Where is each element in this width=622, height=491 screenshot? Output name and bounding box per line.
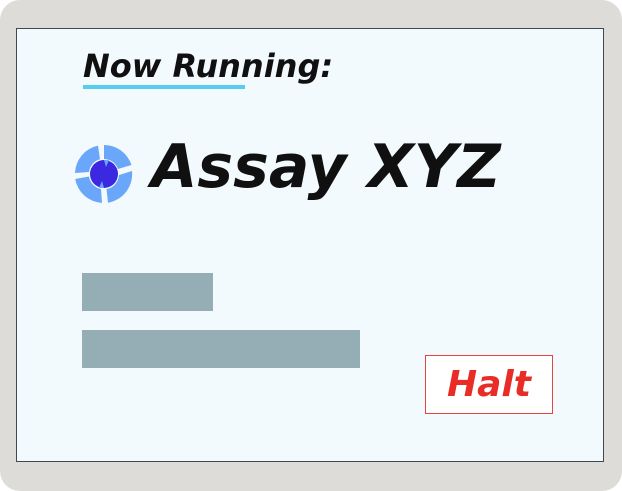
assay-name-title: Assay XYZ (151, 132, 501, 202)
spinner-core (90, 160, 118, 188)
heading-underline (83, 85, 245, 89)
placeholder-bar-short (82, 273, 213, 311)
device-screen: Now Running: Assay XYZ Halt (16, 28, 604, 462)
device-bezel: Now Running: Assay XYZ Halt (0, 0, 622, 491)
now-running-heading: Now Running: (83, 47, 334, 85)
halt-button[interactable]: Halt (425, 355, 553, 414)
loading-spinner-icon (75, 145, 133, 203)
placeholder-bar-long (82, 330, 360, 368)
